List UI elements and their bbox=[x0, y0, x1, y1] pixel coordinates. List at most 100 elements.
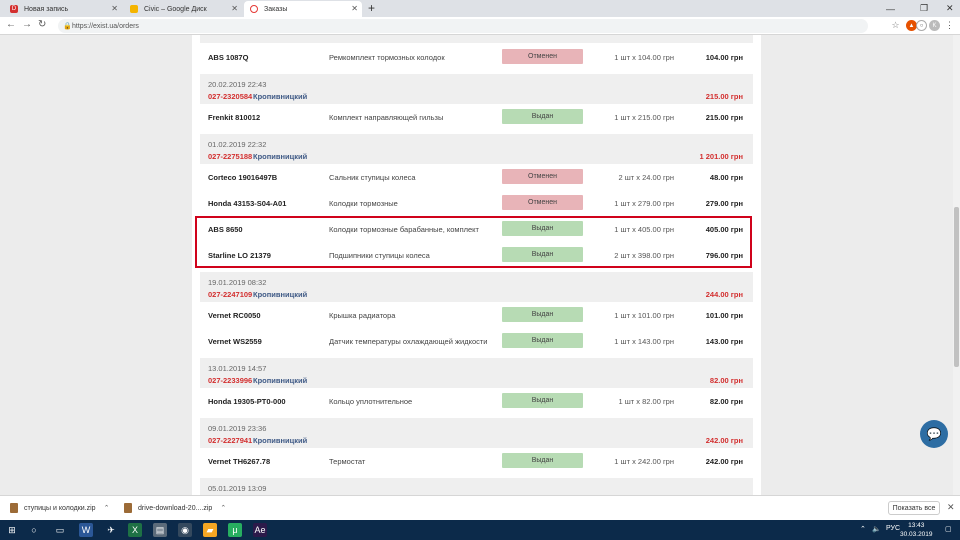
close-icon[interactable]: ✕ bbox=[111, 4, 118, 13]
download-filename: ступицы и колодки.zip bbox=[24, 504, 96, 512]
clock-date: 30.03.2019 bbox=[900, 531, 933, 538]
google-drive-icon bbox=[130, 5, 138, 13]
search-icon[interactable]: ○ bbox=[27, 523, 41, 537]
item-code[interactable]: Frenkit 810012 bbox=[208, 113, 260, 122]
download-item[interactable]: ступицы и колодки.zip ⌃ bbox=[10, 503, 109, 513]
order-number-link[interactable]: 027-2275188 bbox=[208, 152, 252, 161]
telegram-app-icon[interactable]: ✈ bbox=[104, 523, 118, 537]
tab-new-post[interactable]: D Новая запись ✕ bbox=[4, 1, 122, 17]
order-city: Кропивницкий bbox=[253, 290, 308, 299]
status-badge: Отменен bbox=[502, 195, 583, 210]
item-name: Крышка радиатора bbox=[329, 311, 396, 320]
item-qty: 1 шт х 104.00 грн bbox=[614, 53, 674, 62]
order-total: 215.00 грн bbox=[705, 92, 743, 101]
download-item[interactable]: drive-download-20....zip ⌃ bbox=[124, 503, 226, 513]
new-tab-button[interactable]: + bbox=[368, 1, 375, 15]
item-qty: 1 шт х 82.00 грн bbox=[618, 397, 674, 406]
extension-icon[interactable]: ○ bbox=[916, 20, 927, 31]
language-indicator[interactable]: РУС bbox=[886, 525, 900, 532]
show-all-downloads-button[interactable]: Показать все bbox=[888, 501, 940, 515]
tab-orders[interactable]: Заказы ✕ bbox=[244, 1, 362, 17]
archive-file-icon bbox=[10, 503, 18, 513]
tab-google-drive[interactable]: Civic – Google Диск ✕ bbox=[124, 1, 242, 17]
item-code[interactable]: Honda 19305-PT0-000 bbox=[208, 397, 286, 406]
item-qty: 1 шт х 279.00 грн bbox=[614, 199, 674, 208]
order-total: 242.00 грн bbox=[705, 436, 743, 445]
page-scrollbar[interactable] bbox=[953, 35, 960, 495]
item-code[interactable]: Vernet RC0050 bbox=[208, 311, 261, 320]
maximize-button[interactable]: ❐ bbox=[920, 0, 928, 17]
item-sum: 82.00 грн bbox=[709, 397, 743, 406]
status-badge: Выдан bbox=[502, 307, 583, 322]
item-qty: 1 шт х 215.00 грн bbox=[614, 113, 674, 122]
after-effects-app-icon[interactable]: Ae bbox=[253, 523, 267, 537]
order-number-link[interactable]: 027-2227941 bbox=[208, 436, 252, 445]
archive-file-icon bbox=[124, 503, 132, 513]
status-badge: Выдан bbox=[502, 109, 583, 124]
chrome-app-icon[interactable]: ◉ bbox=[178, 523, 192, 537]
order-total: 82.00 грн bbox=[709, 376, 743, 385]
profile-avatar-icon[interactable]: K bbox=[929, 20, 940, 31]
window-close-button[interactable]: ✕ bbox=[946, 0, 954, 17]
order-item[interactable]: Honda 43153-S04-A01 Колодки тормозные От… bbox=[200, 190, 753, 216]
clock-time: 13:43 bbox=[908, 522, 925, 529]
windows-start-icon[interactable]: ⊞ bbox=[5, 523, 19, 537]
highlight-box bbox=[195, 216, 752, 268]
item-code[interactable]: Vernet WS2559 bbox=[208, 337, 262, 346]
scrollbar-thumb[interactable] bbox=[954, 207, 959, 367]
forward-arrow-icon[interactable]: → bbox=[22, 19, 32, 30]
item-sum: 242.00 грн bbox=[705, 457, 743, 466]
folder-app-icon[interactable]: ▰ bbox=[203, 523, 217, 537]
order-item[interactable]: Vernet WS2559 Датчик температуры охлажда… bbox=[200, 328, 753, 354]
order-city: Кропивницкий bbox=[253, 376, 308, 385]
close-icon[interactable]: ✕ bbox=[351, 4, 358, 13]
order-city: Кропивницкий bbox=[253, 436, 308, 445]
download-filename: drive-download-20....zip bbox=[138, 504, 213, 512]
order-item[interactable]: Honda 19305-PT0-000 Кольцо уплотнительно… bbox=[200, 388, 753, 414]
order-number-link[interactable]: 027-2247109 bbox=[208, 290, 252, 299]
item-code[interactable]: ABS 1087Q bbox=[208, 53, 248, 62]
notifications-icon[interactable]: ▢ bbox=[945, 525, 952, 533]
star-icon[interactable]: ☆ bbox=[890, 20, 901, 31]
item-code[interactable]: Corteco 19016497B bbox=[208, 173, 277, 182]
excel-app-icon[interactable]: X bbox=[128, 523, 142, 537]
item-name: Сальник ступицы колеса bbox=[329, 173, 416, 182]
order-item[interactable]: Frenkit 810012 Комплект направляющей гил… bbox=[200, 104, 753, 130]
order-number-link[interactable]: 027-2320584 bbox=[208, 92, 252, 101]
chevron-up-icon[interactable]: ⌃ bbox=[860, 525, 866, 533]
menu-dots-icon[interactable]: ⋮ bbox=[944, 20, 955, 31]
item-name: Ремкомплект тормозных колодок bbox=[329, 53, 445, 62]
chevron-up-icon[interactable]: ⌃ bbox=[104, 504, 110, 512]
item-sum: 101.00 грн bbox=[705, 311, 743, 320]
volume-icon[interactable]: 🔈 bbox=[872, 525, 881, 533]
item-code[interactable]: Honda 43153-S04-A01 bbox=[208, 199, 286, 208]
close-icon[interactable]: ✕ bbox=[947, 502, 955, 513]
item-code[interactable]: Vernet TH6267.78 bbox=[208, 457, 270, 466]
back-arrow-icon[interactable]: ← bbox=[6, 19, 16, 30]
close-icon[interactable]: ✕ bbox=[231, 4, 238, 13]
order-item[interactable]: Vernet RC0050 Крышка радиатора Выдан 1 ш… bbox=[200, 302, 753, 328]
exist-logo-icon bbox=[250, 5, 258, 13]
order-item[interactable]: Corteco 19016497B Сальник ступицы колеса… bbox=[200, 164, 753, 190]
order-header: 05.01.2019 13:09 bbox=[200, 478, 753, 495]
minimize-button[interactable]: — bbox=[886, 0, 895, 17]
chat-bubble-icon[interactable]: 💬 bbox=[920, 420, 948, 448]
utorrent-app-icon[interactable]: μ bbox=[228, 523, 242, 537]
chevron-up-icon[interactable]: ⌃ bbox=[220, 504, 226, 512]
item-qty: 2 шт х 24.00 грн bbox=[618, 173, 674, 182]
reload-icon[interactable]: ↻ bbox=[38, 19, 46, 30]
order-date: 05.01.2019 13:09 bbox=[208, 484, 267, 493]
status-badge: Отменен bbox=[502, 49, 583, 64]
order-item[interactable]: ABS 1087Q Ремкомплект тормозных колодок … bbox=[200, 44, 753, 70]
order-header bbox=[200, 35, 753, 43]
task-view-icon[interactable]: ▭ bbox=[53, 523, 67, 537]
url-input[interactable]: 🔒 https://exist.ua/orders bbox=[58, 19, 868, 33]
order-header: 20.02.2019 22:43 027-2320584 Кропивницки… bbox=[200, 74, 753, 108]
order-number-link[interactable]: 027-2233996 bbox=[208, 376, 252, 385]
order-header: 01.02.2019 22:32 027-2275188 Кропивницки… bbox=[200, 134, 753, 168]
word-app-icon[interactable]: W bbox=[79, 523, 93, 537]
page-viewport: ABS 1087Q Ремкомплект тормозных колодок … bbox=[0, 35, 953, 495]
order-item[interactable]: Vernet TH6267.78 Термостат Выдан 1 шт х … bbox=[200, 448, 753, 474]
clock[interactable]: 13:43 30.03.2019 bbox=[900, 521, 933, 539]
file-app-icon[interactable]: ▤ bbox=[153, 523, 167, 537]
